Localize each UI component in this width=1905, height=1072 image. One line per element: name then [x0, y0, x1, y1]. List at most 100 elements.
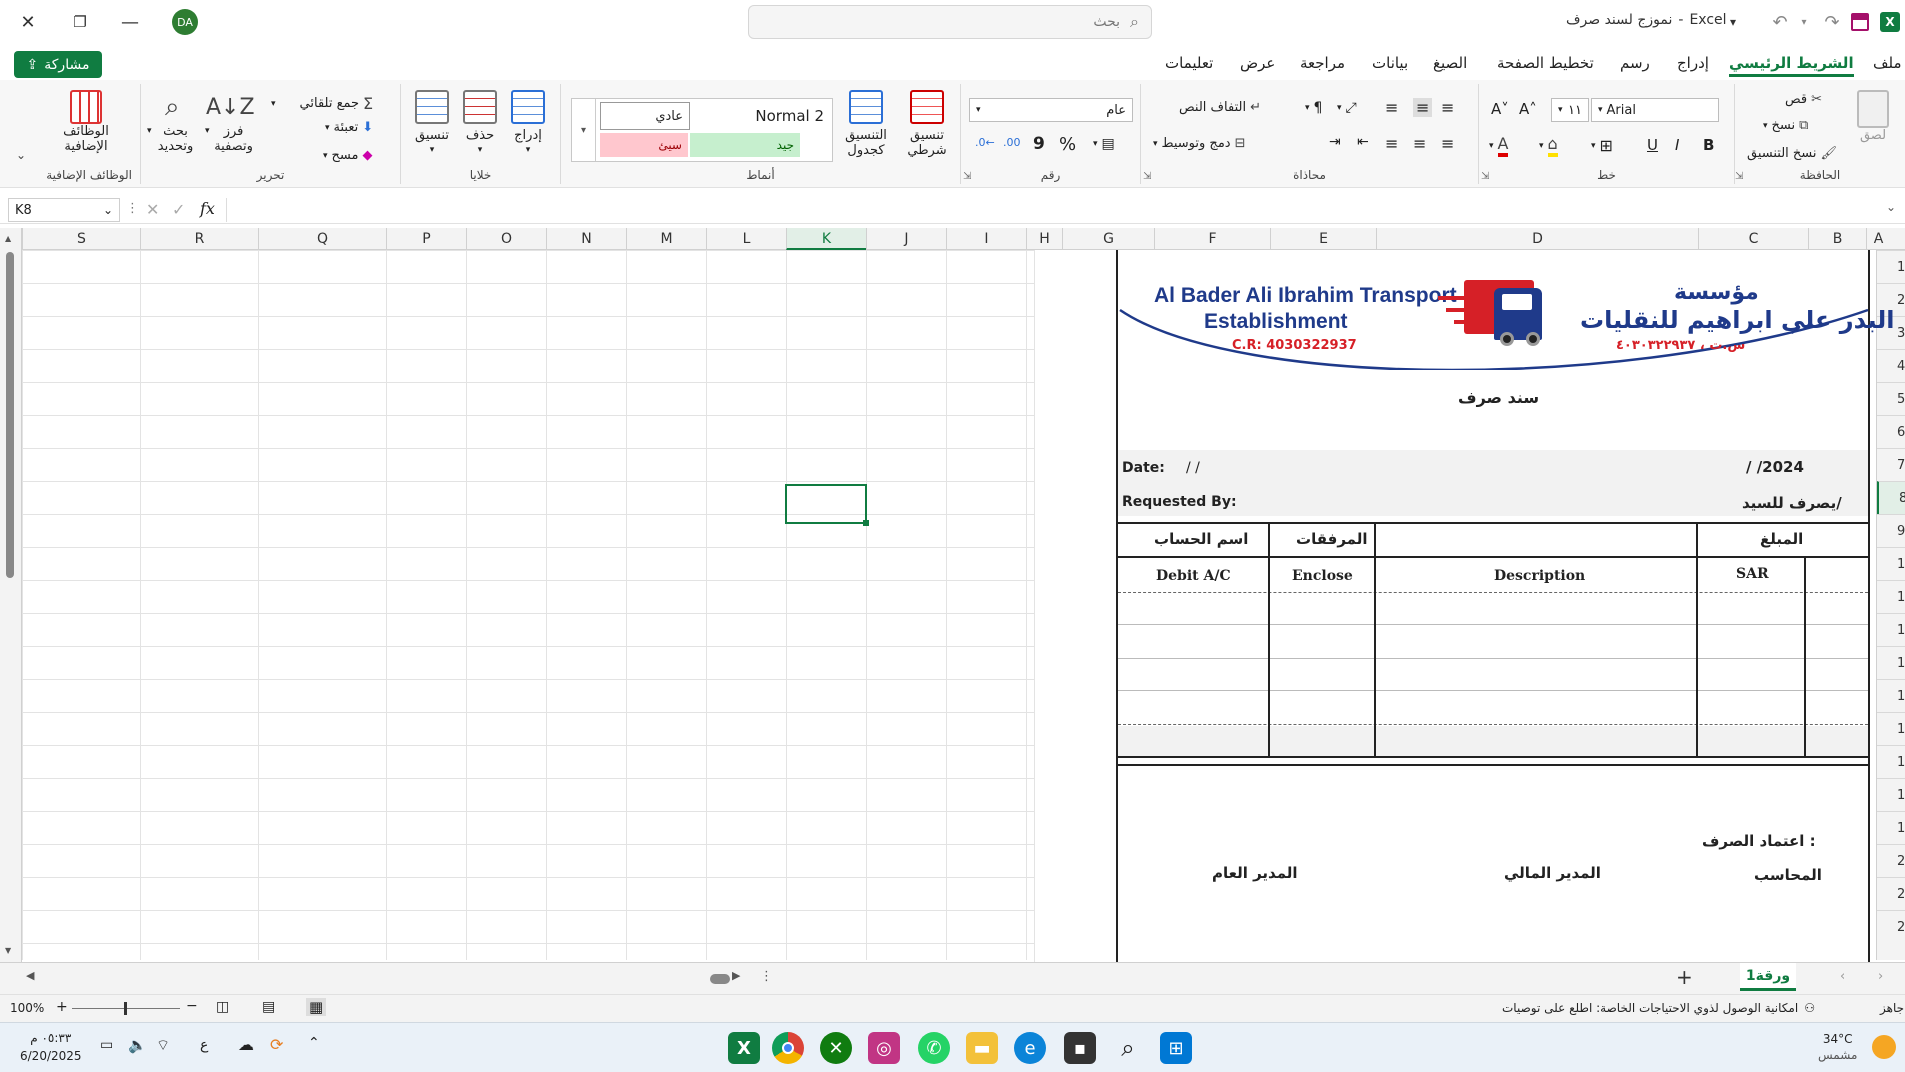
increase-indent-icon[interactable]: ⇥: [1329, 134, 1341, 150]
redo-icon[interactable]: ↷: [1820, 0, 1844, 44]
sync-icon[interactable]: ⟳: [270, 1035, 283, 1054]
wifi-icon[interactable]: ⌔: [156, 1036, 170, 1055]
row-header[interactable]: 1: [1877, 250, 1905, 283]
row-header[interactable]: 1: [1877, 712, 1905, 745]
scroll-up-icon[interactable]: ▲: [5, 234, 11, 243]
next-sheet-icon[interactable]: ›: [1878, 969, 1883, 984]
tab-formulas[interactable]: الصيغ: [1433, 54, 1467, 72]
language-indicator[interactable]: ع: [200, 1037, 208, 1053]
save-icon[interactable]: [1848, 0, 1872, 44]
user-avatar[interactable]: DA: [172, 9, 198, 35]
paste-button[interactable]: لصق: [1857, 90, 1889, 143]
column-header[interactable]: Q: [258, 228, 386, 250]
column-header[interactable]: N: [546, 228, 626, 250]
font-launcher-icon[interactable]: ⇲: [1481, 171, 1489, 182]
column-header[interactable]: O: [466, 228, 546, 250]
share-button[interactable]: ⇪ مشاركة: [14, 51, 102, 78]
row-header[interactable]: 2: [1877, 844, 1905, 877]
decrease-indent-icon[interactable]: ⇤: [1357, 134, 1369, 150]
underline-button[interactable]: U: [1647, 136, 1658, 154]
fill-color-icon[interactable]: ▾ ⌂: [1539, 134, 1558, 157]
column-header[interactable]: M: [626, 228, 706, 250]
restore-icon[interactable]: ❐: [62, 0, 98, 44]
percent-button[interactable]: %: [1059, 134, 1076, 155]
sort-filter-button[interactable]: A↓Z ▾ فرز وتصفية: [205, 90, 256, 154]
clear-button[interactable]: ▾ مسح ◆: [323, 148, 372, 163]
tab-help[interactable]: تعليمات: [1165, 54, 1213, 72]
style-normal[interactable]: عادي: [600, 102, 690, 130]
scroll-right-icon[interactable]: ▶: [732, 969, 740, 982]
alignment-launcher-icon[interactable]: ⇲: [1143, 171, 1151, 182]
decrease-decimal-icon[interactable]: .00: [1003, 136, 1021, 149]
undo-dropdown-icon[interactable]: ▾: [1796, 0, 1812, 44]
confirm-entry-icon[interactable]: ✓: [172, 200, 185, 219]
column-header[interactable]: H: [1026, 228, 1062, 250]
accounting-format-icon[interactable]: ▾ ▤: [1093, 136, 1115, 152]
number-launcher-icon[interactable]: ⇲: [963, 171, 971, 182]
font-size-select[interactable]: ▾ ١١: [1551, 98, 1589, 122]
column-header[interactable]: I: [946, 228, 1026, 250]
comma-style-button[interactable]: 9: [1033, 134, 1045, 154]
scroll-down-icon[interactable]: ▼: [5, 946, 11, 955]
row-header[interactable]: 5: [1877, 382, 1905, 415]
align-center-icon[interactable]: ≡: [1413, 134, 1426, 153]
font-name-select[interactable]: ▾ Arial: [1591, 98, 1719, 122]
orientation-icon[interactable]: ▾ ⤢: [1337, 100, 1357, 116]
align-top-icon[interactable]: ≡: [1441, 98, 1454, 117]
shrink-font-icon[interactable]: A˅: [1491, 100, 1509, 118]
row-header[interactable]: 1: [1877, 580, 1905, 613]
taskbar-xbox-icon[interactable]: ✕: [820, 1032, 852, 1064]
zoom-in-icon[interactable]: +: [56, 999, 68, 1015]
start-button[interactable]: ⊞: [1160, 1032, 1192, 1064]
column-header[interactable]: L: [706, 228, 786, 250]
search-input[interactable]: بحث: [1093, 14, 1120, 30]
bold-button[interactable]: B: [1703, 136, 1714, 154]
copy-button[interactable]: ▾ نسخ ⧉: [1763, 118, 1808, 133]
column-header[interactable]: R: [140, 228, 258, 250]
customize-toolbar-icon[interactable]: ▾: [1722, 0, 1744, 44]
align-left-icon[interactable]: ≡: [1385, 134, 1398, 153]
align-middle-icon[interactable]: ≡: [1413, 98, 1433, 117]
column-header[interactable]: S: [22, 228, 140, 250]
cut-button[interactable]: قص ✂: [1785, 92, 1822, 107]
conditional-formatting-button[interactable]: تنسيق شرطي: [897, 90, 957, 158]
accessibility-status[interactable]: ⚇ امكانية الوصول لذوي الاحتياجات الخاصة:…: [1502, 1001, 1815, 1015]
tab-view[interactable]: عرض: [1240, 54, 1275, 72]
row-header[interactable]: 1: [1877, 745, 1905, 778]
column-header[interactable]: K: [786, 228, 866, 250]
tab-home[interactable]: الشريط الرئيسي: [1729, 54, 1854, 77]
taskbar-whatsapp-icon[interactable]: ✆: [918, 1032, 950, 1064]
insert-function-icon[interactable]: fx: [200, 199, 215, 218]
increase-decimal-icon[interactable]: .0←: [975, 136, 995, 149]
ribbon-collapse-icon[interactable]: ⌄: [16, 148, 26, 162]
sheet-tab-active[interactable]: ورقة1: [1740, 963, 1796, 991]
taskbar-app-icon[interactable]: ▪: [1064, 1032, 1096, 1064]
page-layout-view-icon[interactable]: ▤: [262, 999, 275, 1015]
addins-button[interactable]: الوظائف الإضافية: [56, 90, 116, 154]
taskbar-explorer-icon[interactable]: ▬: [966, 1032, 998, 1064]
column-header[interactable]: C: [1698, 228, 1808, 250]
row-header[interactable]: 1: [1877, 547, 1905, 580]
row-header[interactable]: 7: [1877, 448, 1905, 481]
clock[interactable]: ٠٥:٣٣ م 6/20/2025: [20, 1029, 82, 1065]
format-as-table-button[interactable]: التنسيق كجدول: [837, 90, 895, 158]
tab-split-icon[interactable]: ⋮: [760, 969, 773, 984]
font-color-icon[interactable]: ▾ A: [1489, 134, 1509, 157]
fill-handle[interactable]: [863, 520, 869, 526]
taskbar-instagram-icon[interactable]: ◎: [868, 1032, 900, 1064]
prev-sheet-icon[interactable]: ‹: [1840, 969, 1845, 984]
format-painter-button[interactable]: نسخ التنسيق 🖌: [1747, 146, 1837, 161]
column-header[interactable]: A: [1866, 228, 1890, 250]
fill-button[interactable]: ▾ تعبئة ⬇: [325, 120, 373, 135]
column-header[interactable]: F: [1154, 228, 1270, 250]
volume-icon[interactable]: 🔈: [128, 1036, 147, 1054]
style-good[interactable]: جيد: [690, 133, 800, 157]
expand-formula-icon[interactable]: ⌄: [1886, 200, 1896, 214]
row-header[interactable]: 2: [1877, 910, 1905, 943]
column-header[interactable]: B: [1808, 228, 1866, 250]
minimize-icon[interactable]: —: [112, 0, 148, 44]
active-cell-k8[interactable]: [785, 484, 869, 526]
borders-icon[interactable]: ▾ ⊞: [1591, 136, 1613, 155]
wrap-text-button[interactable]: التفاف النص ↵: [1179, 100, 1261, 115]
grow-font-icon[interactable]: A˄: [1519, 100, 1537, 118]
